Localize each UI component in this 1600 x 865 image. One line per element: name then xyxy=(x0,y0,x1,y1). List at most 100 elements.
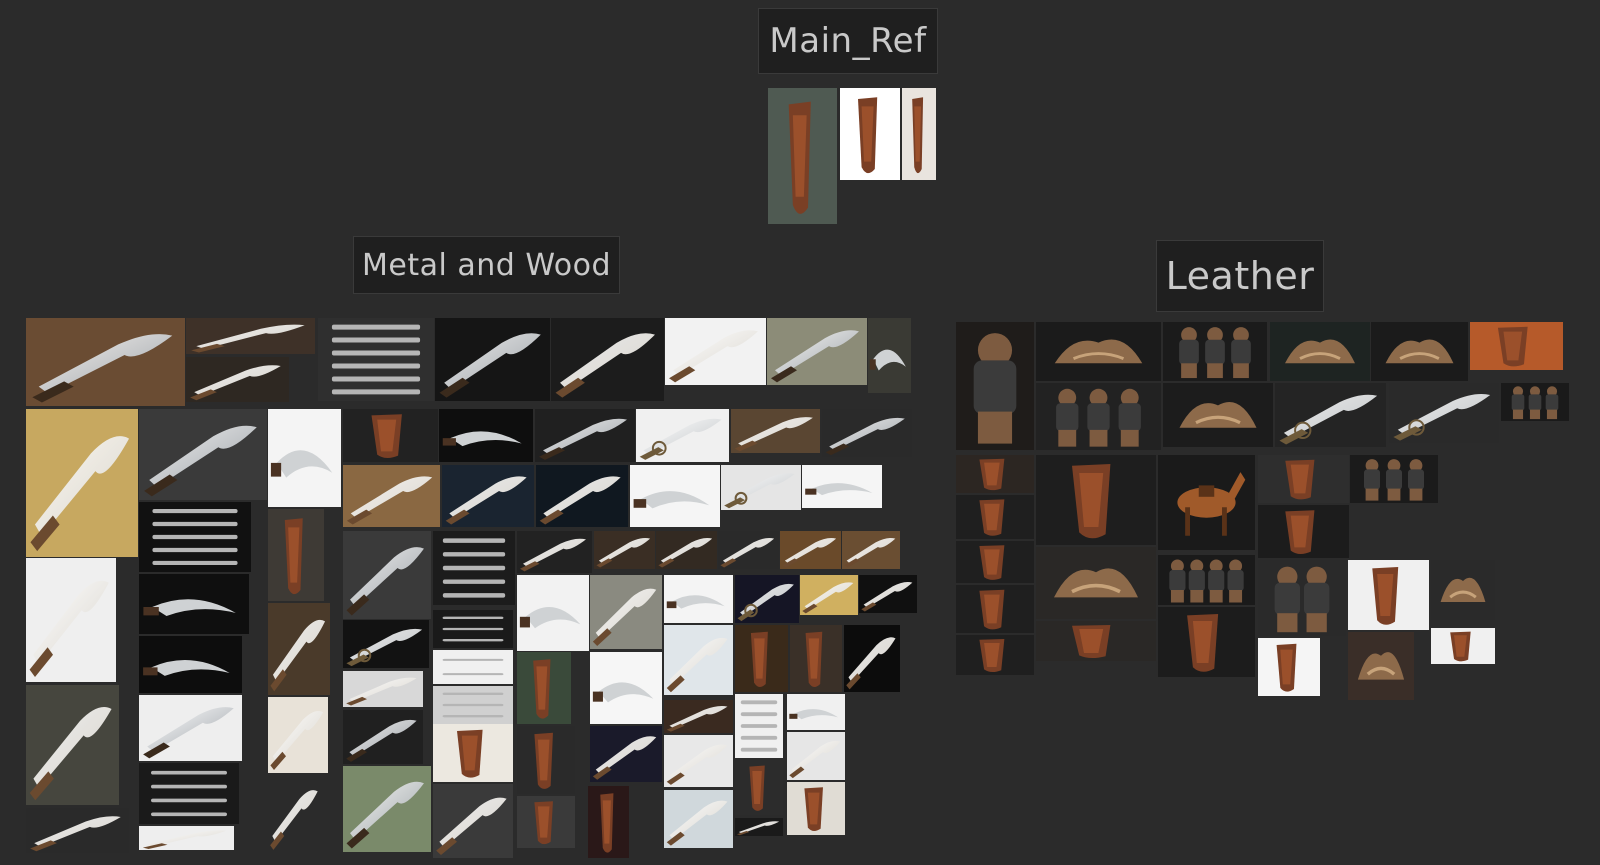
reference-image-leather[interactable] xyxy=(1348,632,1414,700)
reference-image-metal[interactable] xyxy=(721,465,801,510)
reference-image-metal[interactable] xyxy=(735,760,783,815)
reference-image-metal[interactable] xyxy=(186,357,289,402)
reference-image-leather[interactable] xyxy=(1036,621,1156,661)
reference-image-metal[interactable] xyxy=(343,671,423,707)
reference-image-leather[interactable] xyxy=(956,585,1034,633)
reference-image-leather[interactable] xyxy=(1431,628,1495,664)
reference-image-metal[interactable] xyxy=(822,409,912,457)
reference-image-leather[interactable] xyxy=(1258,560,1346,636)
reference-image-metal[interactable] xyxy=(790,625,842,692)
reference-image-metal[interactable] xyxy=(735,818,783,836)
reference-image-metal[interactable] xyxy=(787,732,845,780)
reference-image-metal[interactable] xyxy=(517,726,575,794)
reference-image-metal[interactable] xyxy=(718,531,779,569)
reference-image-metal[interactable] xyxy=(735,694,783,758)
reference-image-leather[interactable] xyxy=(1350,455,1438,503)
reference-image-leather[interactable] xyxy=(1158,455,1255,550)
reference-image-metal[interactable] xyxy=(551,318,664,401)
group-label-metal-and-wood[interactable]: Metal and Wood xyxy=(353,236,620,294)
reference-image-metal[interactable] xyxy=(665,318,766,385)
reference-image-metal[interactable] xyxy=(268,509,324,601)
reference-image-leather[interactable] xyxy=(1431,560,1495,620)
reference-image-metal[interactable] xyxy=(343,465,440,527)
reference-image-main[interactable] xyxy=(840,88,900,180)
reference-image-metal[interactable] xyxy=(844,625,900,692)
reference-image-metal[interactable] xyxy=(664,700,733,733)
reference-image-leather[interactable] xyxy=(1258,638,1320,696)
reference-image-leather[interactable] xyxy=(1036,547,1156,619)
reference-image-metal[interactable] xyxy=(433,724,513,782)
reference-image-metal[interactable] xyxy=(139,695,242,761)
reference-image-leather[interactable] xyxy=(1163,383,1273,447)
reference-image-metal[interactable] xyxy=(343,766,431,852)
reference-image-metal[interactable] xyxy=(26,558,116,682)
reference-image-metal[interactable] xyxy=(859,575,917,613)
reference-image-metal[interactable] xyxy=(433,610,513,648)
reference-image-leather[interactable] xyxy=(1389,383,1499,443)
reference-image-leather[interactable] xyxy=(1270,322,1370,381)
reference-image-metal[interactable] xyxy=(439,409,533,462)
reference-image-metal[interactable] xyxy=(433,686,513,724)
reference-image-metal[interactable] xyxy=(588,786,629,858)
reference-image-leather[interactable] xyxy=(1158,555,1255,605)
reference-image-leather[interactable] xyxy=(1258,455,1349,503)
reference-image-metal[interactable] xyxy=(268,603,330,695)
reference-image-metal[interactable] xyxy=(780,531,841,569)
reference-image-metal[interactable] xyxy=(517,575,589,651)
reference-image-leather[interactable] xyxy=(1348,560,1429,630)
reference-image-metal[interactable] xyxy=(343,531,431,619)
reference-image-metal[interactable] xyxy=(435,318,550,401)
reference-image-metal[interactable] xyxy=(26,685,119,805)
reference-image-metal[interactable] xyxy=(26,409,138,557)
reference-image-metal[interactable] xyxy=(787,782,845,835)
reference-image-metal[interactable] xyxy=(433,784,513,858)
reference-image-metal[interactable] xyxy=(802,465,882,508)
reference-image-metal[interactable] xyxy=(590,575,662,649)
reference-image-leather[interactable] xyxy=(1371,322,1468,381)
reference-image-metal[interactable] xyxy=(664,735,733,787)
reference-image-metal[interactable] xyxy=(186,318,315,354)
reference-image-metal[interactable] xyxy=(268,409,341,507)
reference-image-metal[interactable] xyxy=(343,620,429,668)
reference-image-leather[interactable] xyxy=(956,322,1034,450)
reference-image-metal[interactable] xyxy=(517,796,575,848)
reference-image-metal[interactable] xyxy=(139,636,242,693)
reference-image-metal[interactable] xyxy=(636,409,729,462)
reference-image-metal[interactable] xyxy=(517,531,592,573)
reference-image-metal[interactable] xyxy=(139,574,249,634)
reference-image-metal[interactable] xyxy=(787,694,845,730)
reference-image-metal[interactable] xyxy=(139,763,239,824)
reference-image-metal[interactable] xyxy=(535,409,635,462)
reference-image-leather[interactable] xyxy=(1036,383,1161,450)
reference-image-metal[interactable] xyxy=(268,776,322,853)
reference-image-metal[interactable] xyxy=(868,318,911,393)
reference-image-metal[interactable] xyxy=(268,697,328,773)
group-label-main-ref[interactable]: Main_Ref xyxy=(758,8,938,74)
reference-image-metal[interactable] xyxy=(442,465,534,527)
reference-image-metal[interactable] xyxy=(590,652,662,724)
reference-image-leather[interactable] xyxy=(1275,383,1386,447)
reference-image-metal[interactable] xyxy=(26,808,129,853)
reference-image-metal[interactable] xyxy=(433,531,515,605)
reference-image-leather[interactable] xyxy=(1158,607,1255,677)
reference-image-metal[interactable] xyxy=(139,409,267,500)
reference-image-metal[interactable] xyxy=(664,575,733,623)
reference-image-leather[interactable] xyxy=(956,541,1034,583)
reference-image-main[interactable] xyxy=(902,88,936,180)
reference-image-metal[interactable] xyxy=(139,826,234,850)
reference-image-leather[interactable] xyxy=(956,455,1034,493)
reference-image-metal[interactable] xyxy=(590,726,662,782)
reference-image-metal[interactable] xyxy=(517,652,571,724)
group-label-leather[interactable]: Leather xyxy=(1156,240,1324,312)
reference-image-metal[interactable] xyxy=(433,650,513,684)
reference-image-leather[interactable] xyxy=(1258,505,1349,558)
reference-image-leather[interactable] xyxy=(1036,455,1156,545)
reference-image-metal[interactable] xyxy=(664,790,733,848)
reference-image-metal[interactable] xyxy=(139,502,251,572)
reference-image-metal[interactable] xyxy=(800,575,858,615)
reference-image-metal[interactable] xyxy=(842,531,900,569)
reference-image-metal[interactable] xyxy=(735,625,788,692)
reference-image-metal[interactable] xyxy=(664,625,733,695)
reference-image-metal[interactable] xyxy=(318,318,434,401)
reference-image-metal[interactable] xyxy=(343,409,438,462)
